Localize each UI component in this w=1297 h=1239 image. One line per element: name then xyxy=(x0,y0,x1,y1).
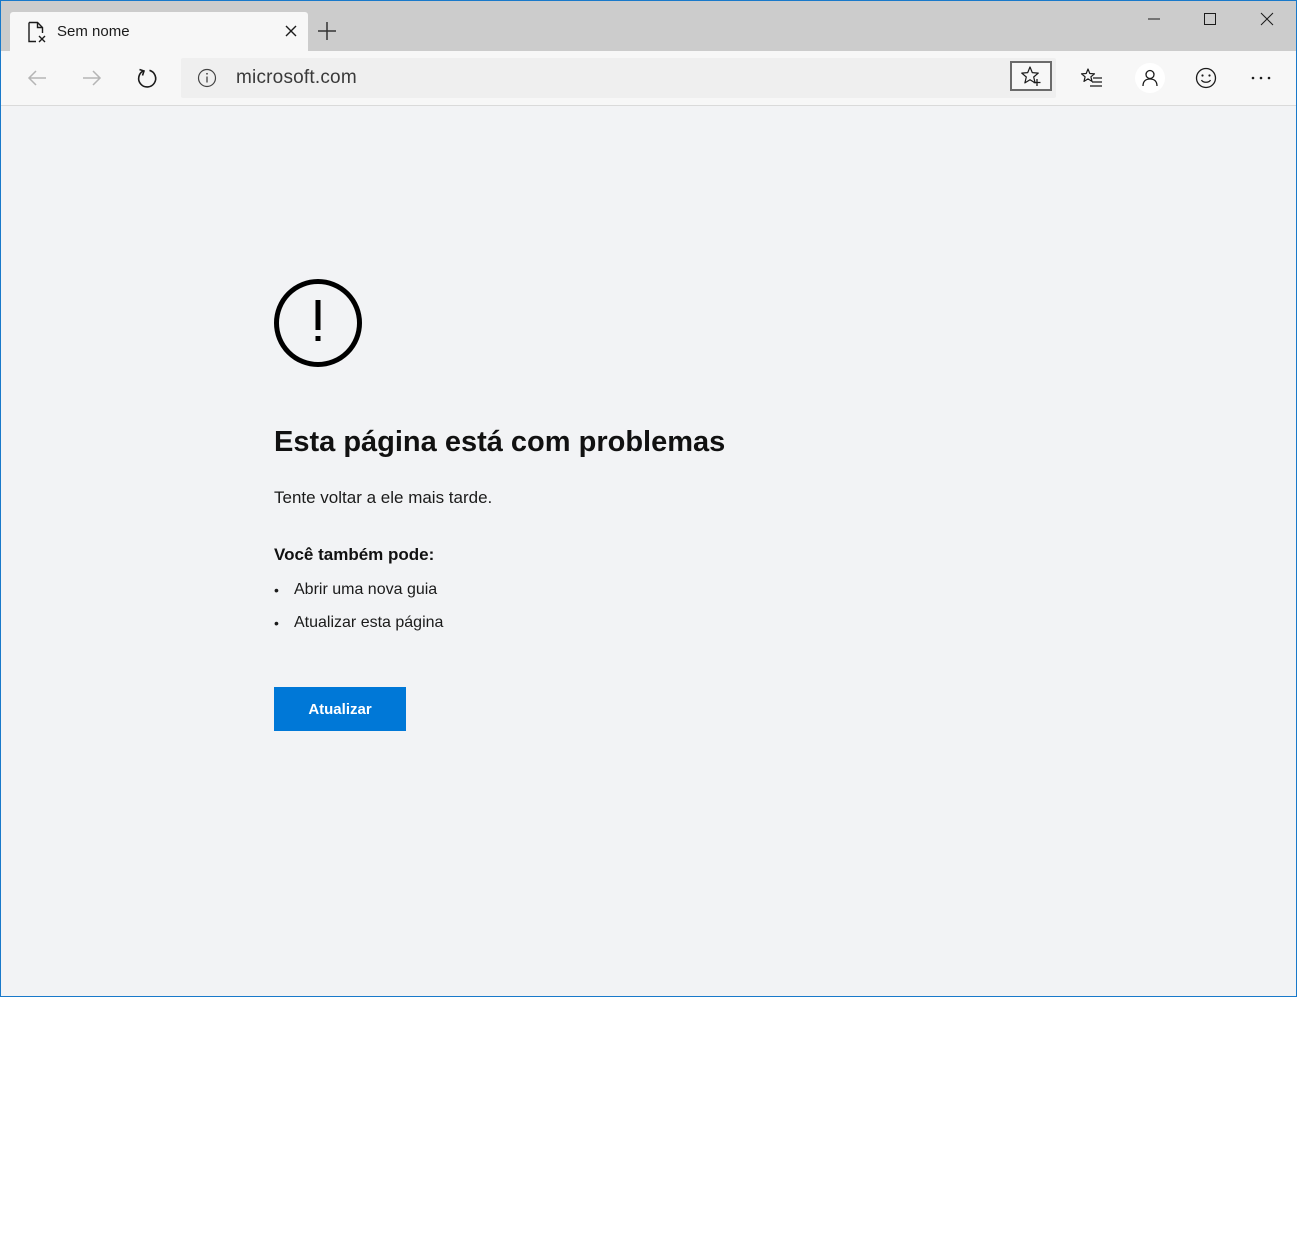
error-page: Esta página está com problemas Tente vol… xyxy=(1,106,1296,996)
bullet-icon: • xyxy=(274,582,279,598)
browser-window: Sem nome microsoft.com Esta página está … xyxy=(0,0,1297,997)
exclamation-circle-icon xyxy=(273,278,363,368)
new-tab-icon[interactable] xyxy=(316,20,338,42)
tab-active[interactable]: Sem nome xyxy=(10,12,308,51)
more-options-icon[interactable] xyxy=(1247,64,1275,92)
minimize-icon[interactable] xyxy=(1131,1,1177,37)
suggestions-heading: Você também pode: xyxy=(274,545,435,564)
forward-arrow-icon[interactable] xyxy=(78,64,106,92)
close-tab-icon[interactable] xyxy=(282,22,300,40)
suggestion-refresh-page: Atualizar esta página xyxy=(294,614,444,631)
refresh-button[interactable]: Atualizar xyxy=(274,687,406,731)
maximize-icon[interactable] xyxy=(1187,1,1233,37)
profile-icon[interactable] xyxy=(1135,63,1165,93)
suggestion-open-new-tab: Abrir uma nova guia xyxy=(294,581,438,598)
feedback-smiley-icon[interactable] xyxy=(1192,64,1220,92)
list-item: • Abrir uma nova guia xyxy=(274,578,443,611)
info-icon[interactable] xyxy=(197,68,217,88)
list-item: • Atualizar esta página xyxy=(274,611,443,644)
add-favorite-star-icon[interactable] xyxy=(1010,61,1052,91)
tab-strip: Sem nome xyxy=(1,1,1296,51)
address-bar[interactable]: microsoft.com xyxy=(181,58,1056,98)
bullet-icon: • xyxy=(274,615,279,631)
favorites-list-icon[interactable] xyxy=(1078,64,1106,92)
error-subtitle: Tente voltar a ele mais tarde. xyxy=(274,488,493,507)
back-arrow-icon[interactable] xyxy=(23,64,51,92)
navigation-toolbar: microsoft.com xyxy=(1,51,1296,106)
tab-title: Sem nome xyxy=(57,23,130,40)
address-url[interactable]: microsoft.com xyxy=(236,67,357,89)
suggestions-list: • Abrir uma nova guia • Atualizar esta p… xyxy=(274,578,443,644)
broken-page-icon xyxy=(25,21,47,43)
close-window-icon[interactable] xyxy=(1244,1,1290,37)
refresh-icon[interactable] xyxy=(133,64,161,92)
error-title: Esta página está com problemas xyxy=(274,426,726,458)
